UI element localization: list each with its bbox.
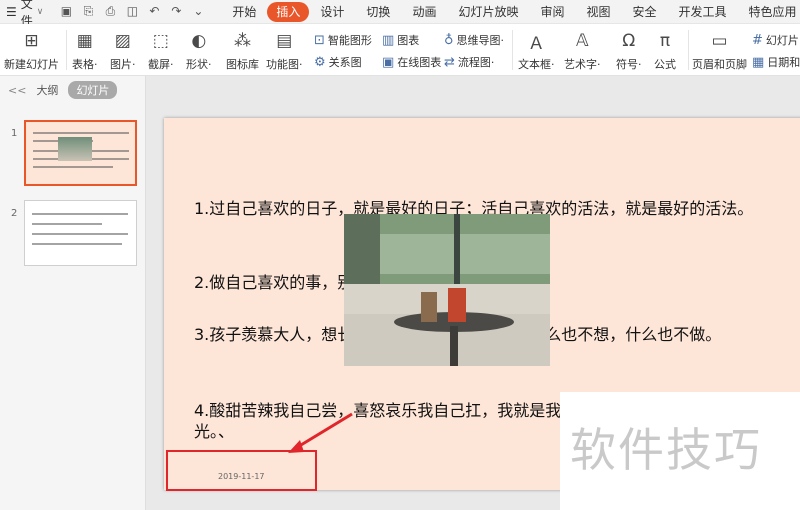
pi-icon: π xyxy=(659,31,671,51)
slide-thumbnail-2[interactable] xyxy=(24,200,137,266)
shape-button[interactable]: ◐ 形状· xyxy=(186,30,212,72)
tab-security[interactable]: 安全 xyxy=(622,2,668,22)
date-time-button[interactable]: ▦ 日期和 xyxy=(752,54,800,70)
slide-number: 2 xyxy=(11,208,18,219)
undo-icon[interactable]: ↶ xyxy=(147,4,161,19)
function-chart-label: 功能图· xyxy=(266,58,303,71)
save-icon[interactable]: ▣ xyxy=(59,4,73,19)
chart-label: 图表 xyxy=(397,34,420,47)
calendar-icon: ▦ xyxy=(752,54,765,70)
screenshot-icon: ⬚ xyxy=(152,31,169,51)
new-slide-icon: ⊞ xyxy=(24,31,39,51)
chart-button[interactable]: ▥ 图表 xyxy=(382,32,419,48)
thumbnail-picture xyxy=(58,137,92,161)
flowchart-label: 流程图· xyxy=(457,56,495,69)
flowchart-icon: ⇄ xyxy=(444,54,455,70)
cafe-photo[interactable] xyxy=(344,214,550,366)
shape-icon: ◐ xyxy=(191,31,207,51)
tab-slides[interactable]: 幻灯片 xyxy=(68,81,118,99)
textbox-icon: Ａ xyxy=(527,33,545,54)
tab-outline[interactable]: 大纲 xyxy=(36,82,58,98)
symbol-label: 符号· xyxy=(616,58,642,71)
watermark-text: 软件技巧 xyxy=(570,423,762,477)
chart-icon: ▥ xyxy=(382,32,395,48)
ribbon-tabs: 开始 插入 设计 切换 动画 幻灯片放映 审阅 视图 安全 开发工具 特色应用 … xyxy=(221,0,800,24)
slide-number-icon: # xyxy=(752,32,763,48)
collapse-panel-icon[interactable]: << xyxy=(8,84,26,97)
tab-animation[interactable]: 动画 xyxy=(401,2,447,22)
relation-icon: ⚙ xyxy=(314,54,326,70)
date-time-label: 日期和 xyxy=(767,56,800,69)
wordart-label: 艺术字· xyxy=(564,58,601,71)
picture-button[interactable]: ▨ 图片· xyxy=(110,30,136,72)
tab-slideshow[interactable]: 幻灯片放映 xyxy=(447,2,529,22)
slide-number-label: 幻灯片 xyxy=(765,34,799,47)
insert-ribbon: ⊞ 新建幻灯片 ▦ 表格· ▨ 图片· ⬚ 截屏· ◐ 形状· ⁂ 图标库 ▤ … xyxy=(0,24,800,76)
function-chart-icon: ▤ xyxy=(276,31,293,51)
file-menu[interactable]: ☰ 文件 ∨ xyxy=(0,0,49,28)
icon-library-label: 图标库 xyxy=(226,58,259,71)
textbox-button[interactable]: Ａ 文本框· xyxy=(518,30,555,72)
wps-presentation-window: ☰ 文件 ∨ ▣ ⎘ ⎙ ◫ ↶ ↷ ⌄ 开始 插入 设计 切换 动画 幻灯片放… xyxy=(0,0,800,510)
picture-icon: ▨ xyxy=(114,31,131,51)
menu-bar: ☰ 文件 ∨ ▣ ⎘ ⎙ ◫ ↶ ↷ ⌄ 开始 插入 设计 切换 动画 幻灯片放… xyxy=(0,0,800,28)
smart-shape-label: 智能图形 xyxy=(327,34,372,47)
slide-panel: << 大纲 幻灯片 1 2 xyxy=(0,76,146,510)
header-footer-icon: ▭ xyxy=(711,31,728,51)
smart-shape-button[interactable]: ⊡ 智能图形 xyxy=(314,32,372,48)
online-chart-label: 在线图表 xyxy=(397,56,442,69)
slide-thumbnail-1[interactable] xyxy=(24,120,137,186)
wordart-button[interactable]: 𝔸 艺术字· xyxy=(564,30,601,72)
chevron-down-icon: ∨ xyxy=(36,6,44,17)
relation-chart-button[interactable]: ⚙ 关系图 xyxy=(314,54,362,70)
new-slide-label: 新建幻灯片 xyxy=(4,58,59,71)
picture-label: 图片· xyxy=(110,58,136,71)
mindmap-icon: ♁ xyxy=(444,32,454,48)
panel-tabs: << 大纲 幻灯片 xyxy=(0,76,146,104)
textbox-label: 文本框· xyxy=(518,58,555,71)
tab-view[interactable]: 视图 xyxy=(575,2,621,22)
new-slide-button[interactable]: ⊞ 新建幻灯片 xyxy=(4,30,59,72)
tab-insert[interactable]: 插入 xyxy=(267,1,310,22)
formula-label: 公式 xyxy=(654,58,676,71)
screenshot-button[interactable]: ⬚ 截屏· xyxy=(148,30,174,72)
tab-developer[interactable]: 开发工具 xyxy=(668,2,738,22)
tab-design[interactable]: 设计 xyxy=(309,2,355,22)
header-footer-label: 页眉和页脚 xyxy=(692,58,747,71)
formula-button[interactable]: π 公式 xyxy=(654,30,676,72)
customize-icon[interactable]: ⌄ xyxy=(191,4,205,19)
table-icon: ▦ xyxy=(76,31,93,51)
online-chart-button[interactable]: ▣ 在线图表 xyxy=(382,54,441,70)
mindmap-button[interactable]: ♁ 思维导图· xyxy=(444,32,504,48)
quick-access-toolbar: ▣ ⎘ ⎙ ◫ ↶ ↷ ⌄ xyxy=(59,4,205,19)
header-footer-button[interactable]: ▭ 页眉和页脚 xyxy=(692,30,747,72)
symbol-button[interactable]: Ω 符号· xyxy=(616,30,642,72)
slide-number: 1 xyxy=(11,128,18,139)
slide-number-button[interactable]: # 幻灯片 xyxy=(752,32,799,48)
screenshot-label: 截屏· xyxy=(148,58,174,71)
preview-icon[interactable]: ◫ xyxy=(125,4,139,19)
online-chart-icon: ▣ xyxy=(382,54,395,70)
tab-review[interactable]: 审阅 xyxy=(529,2,575,22)
icon-library-button[interactable]: ⁂ 图标库 xyxy=(226,30,259,72)
mindmap-label: 思维导图· xyxy=(456,34,505,47)
relation-label: 关系图 xyxy=(328,56,362,69)
flowchart-button[interactable]: ⇄ 流程图· xyxy=(444,54,494,70)
table-button[interactable]: ▦ 表格· xyxy=(72,30,98,72)
tab-start[interactable]: 开始 xyxy=(221,2,267,22)
redo-icon[interactable]: ↷ xyxy=(169,4,183,19)
wordart-icon: 𝔸 xyxy=(575,31,589,51)
hamburger-icon: ☰ xyxy=(6,4,17,19)
omega-icon: Ω xyxy=(622,31,636,51)
smart-shape-icon: ⊡ xyxy=(314,32,325,48)
tab-features[interactable]: 特色应用 xyxy=(738,2,800,22)
tab-transition[interactable]: 切换 xyxy=(355,2,401,22)
table-label: 表格· xyxy=(72,58,98,71)
highlight-box xyxy=(166,450,317,491)
export-icon[interactable]: ⎘ xyxy=(81,4,95,19)
print-icon[interactable]: ⎙ xyxy=(103,4,117,19)
shape-label: 形状· xyxy=(186,58,212,71)
function-chart-button[interactable]: ▤ 功能图· xyxy=(266,30,303,72)
icon-library-icon: ⁂ xyxy=(234,31,251,51)
